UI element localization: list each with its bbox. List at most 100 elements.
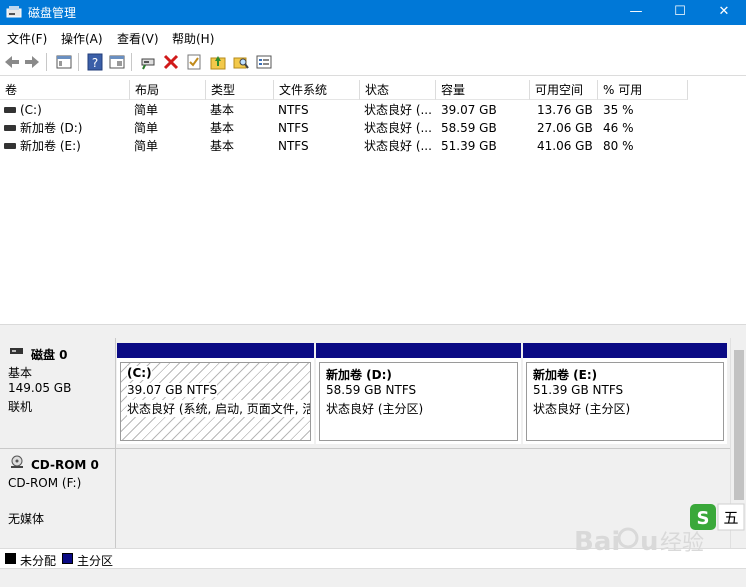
toolbar-separator (131, 53, 132, 71)
title-bar: 磁盘管理 — ☐ ✕ (0, 0, 746, 25)
partition-status: 状态良好 (主分区) (533, 402, 631, 416)
table-row[interactable]: (C:) (4, 101, 128, 119)
volume-free-space: 27.06 GB (537, 121, 593, 135)
svg-text:Bai: Bai (574, 527, 620, 557)
column-header-type[interactable]: 类型 (206, 80, 274, 100)
drive-icon (4, 142, 16, 149)
disk-media: 无媒体 (8, 512, 45, 526)
cdrom-0-label[interactable]: CD-ROM 0 CD-ROM (F:) 无媒体 (0, 449, 116, 548)
partition-body: (C:) 39.07 GB NTFS 状态良好 (系统, 启动, 页面文件, 活 (120, 362, 311, 441)
column-header-percent-free[interactable]: % 可用 (598, 80, 688, 100)
close-button[interactable]: ✕ (702, 0, 746, 25)
volume-capacity: 58.59 GB (441, 121, 497, 135)
partition-header-bar (316, 343, 521, 358)
toolbar: ? (0, 49, 746, 76)
svg-text:经验: 经验 (660, 531, 704, 556)
legend-swatch-primary (62, 553, 73, 564)
volume-list: 卷 布局 类型 文件系统 状态 容量 可用空间 % 可用 (C:) 简单 基本 … (0, 80, 746, 324)
maximize-button[interactable]: ☐ (658, 0, 702, 25)
connect-icon[interactable] (139, 53, 157, 71)
delete-icon[interactable] (162, 53, 180, 71)
properties-icon[interactable] (108, 53, 126, 71)
volume-status: 状态良好 (... (364, 121, 432, 135)
volume-type: 基本 (210, 103, 235, 117)
volume-percent-free: 80 % (603, 139, 634, 153)
partition-body: 新加卷 (D:) 58.59 GB NTFS 状态良好 (主分区) (319, 362, 518, 441)
volume-type: 基本 (210, 139, 235, 153)
pane-splitter[interactable] (0, 324, 746, 338)
partition-c[interactable]: (C:) 39.07 GB NTFS 状态良好 (系统, 启动, 页面文件, 活 (117, 343, 314, 444)
volume-filesystem: NTFS (278, 103, 309, 117)
partition-size: 39.07 GB NTFS (127, 383, 218, 397)
menu-action[interactable]: 操作(A) (61, 30, 103, 47)
menu-help[interactable]: 帮助(H) (172, 30, 214, 47)
volume-layout: 简单 (134, 121, 159, 135)
disk-kind: CD-ROM (F:) (8, 476, 82, 490)
disk-name: CD-ROM 0 (31, 458, 99, 472)
volume-name: 新加卷 (E:) (20, 139, 81, 153)
legend-swatch-unallocated (5, 553, 16, 564)
table-row[interactable]: 新加卷 (D:) (4, 119, 128, 137)
volume-status: 状态良好 (... (364, 103, 432, 117)
minimize-button[interactable]: — (614, 0, 658, 25)
partition-e[interactable]: 新加卷 (E:) 51.39 GB NTFS 状态良好 (主分区) (523, 343, 727, 444)
legend-label-primary: 主分区 (77, 554, 114, 568)
partition-body: 新加卷 (E:) 51.39 GB NTFS 状态良好 (主分区) (526, 362, 724, 441)
legend-label-unallocated: 未分配 (20, 554, 57, 568)
back-arrow-icon[interactable] (3, 53, 21, 71)
partition-title: (C:) (127, 366, 152, 380)
partition-status: 状态良好 (主分区) (326, 402, 424, 416)
volume-capacity: 39.07 GB (441, 103, 497, 117)
svg-text:S: S (697, 508, 710, 529)
toolbar-separator (78, 53, 79, 71)
svg-text:?: ? (92, 56, 98, 70)
disk-name: 磁盘 0 (31, 348, 68, 362)
folder-up-icon[interactable] (209, 53, 227, 71)
volume-name: (C:) (20, 103, 42, 117)
view-list-icon[interactable] (255, 53, 273, 71)
partition-d[interactable]: 新加卷 (D:) 58.59 GB NTFS 状态良好 (主分区) (316, 343, 521, 444)
disk-state: 联机 (8, 400, 33, 414)
volume-percent-free: 35 % (603, 103, 634, 117)
column-header-volume[interactable]: 卷 (0, 80, 130, 100)
volume-layout: 简单 (134, 139, 159, 153)
volume-free-space: 41.06 GB (537, 139, 593, 153)
baidu-watermark-logo: S 五 Bai u 经验 (574, 503, 745, 557)
partition-header-bar (117, 343, 314, 358)
scrollbar-thumb[interactable] (734, 350, 744, 500)
volume-name: 新加卷 (D:) (20, 121, 83, 135)
menu-file[interactable]: 文件(F) (7, 30, 47, 47)
partition-status: 状态良好 (系统, 启动, 页面文件, 活 (127, 400, 310, 417)
volume-percent-free: 46 % (603, 121, 634, 135)
partition-header-bar (523, 343, 727, 358)
show-hide-tree-icon[interactable] (55, 53, 73, 71)
volume-free-space: 13.76 GB (537, 103, 593, 117)
disk-icon (10, 348, 23, 354)
ime-mode-label: 五 (723, 509, 738, 527)
partition-title: 新加卷 (D:) (326, 368, 392, 382)
volume-filesystem: NTFS (278, 139, 309, 153)
column-header-layout[interactable]: 布局 (130, 80, 206, 100)
disk-0-label[interactable]: 磁盘 0 基本 149.05 GB 联机 (0, 338, 116, 448)
column-header-free-space[interactable]: 可用空间 (530, 80, 598, 100)
check-icon[interactable] (185, 53, 203, 71)
partition-size: 51.39 GB NTFS (533, 383, 624, 397)
disk-management-app-icon (6, 6, 22, 18)
menu-view[interactable]: 查看(V) (117, 30, 159, 47)
menu-bar: 文件(F) 操作(A) 查看(V) 帮助(H) (0, 25, 746, 49)
column-header-filesystem[interactable]: 文件系统 (274, 80, 360, 100)
column-header-capacity[interactable]: 容量 (436, 80, 530, 100)
table-row[interactable]: 新加卷 (E:) (4, 137, 128, 155)
forward-arrow-icon[interactable] (23, 53, 41, 71)
partition-size: 58.59 GB NTFS (326, 383, 417, 397)
column-header-status[interactable]: 状态 (360, 80, 436, 100)
window-title: 磁盘管理 (28, 6, 77, 20)
cdrom-icon (11, 455, 23, 468)
partition-title: 新加卷 (E:) (533, 368, 598, 382)
drive-icon (4, 106, 16, 113)
help-icon[interactable]: ? (86, 53, 104, 71)
search-folder-icon[interactable] (232, 53, 250, 71)
volume-type: 基本 (210, 121, 235, 135)
toolbar-separator (46, 53, 47, 71)
volume-filesystem: NTFS (278, 121, 309, 135)
